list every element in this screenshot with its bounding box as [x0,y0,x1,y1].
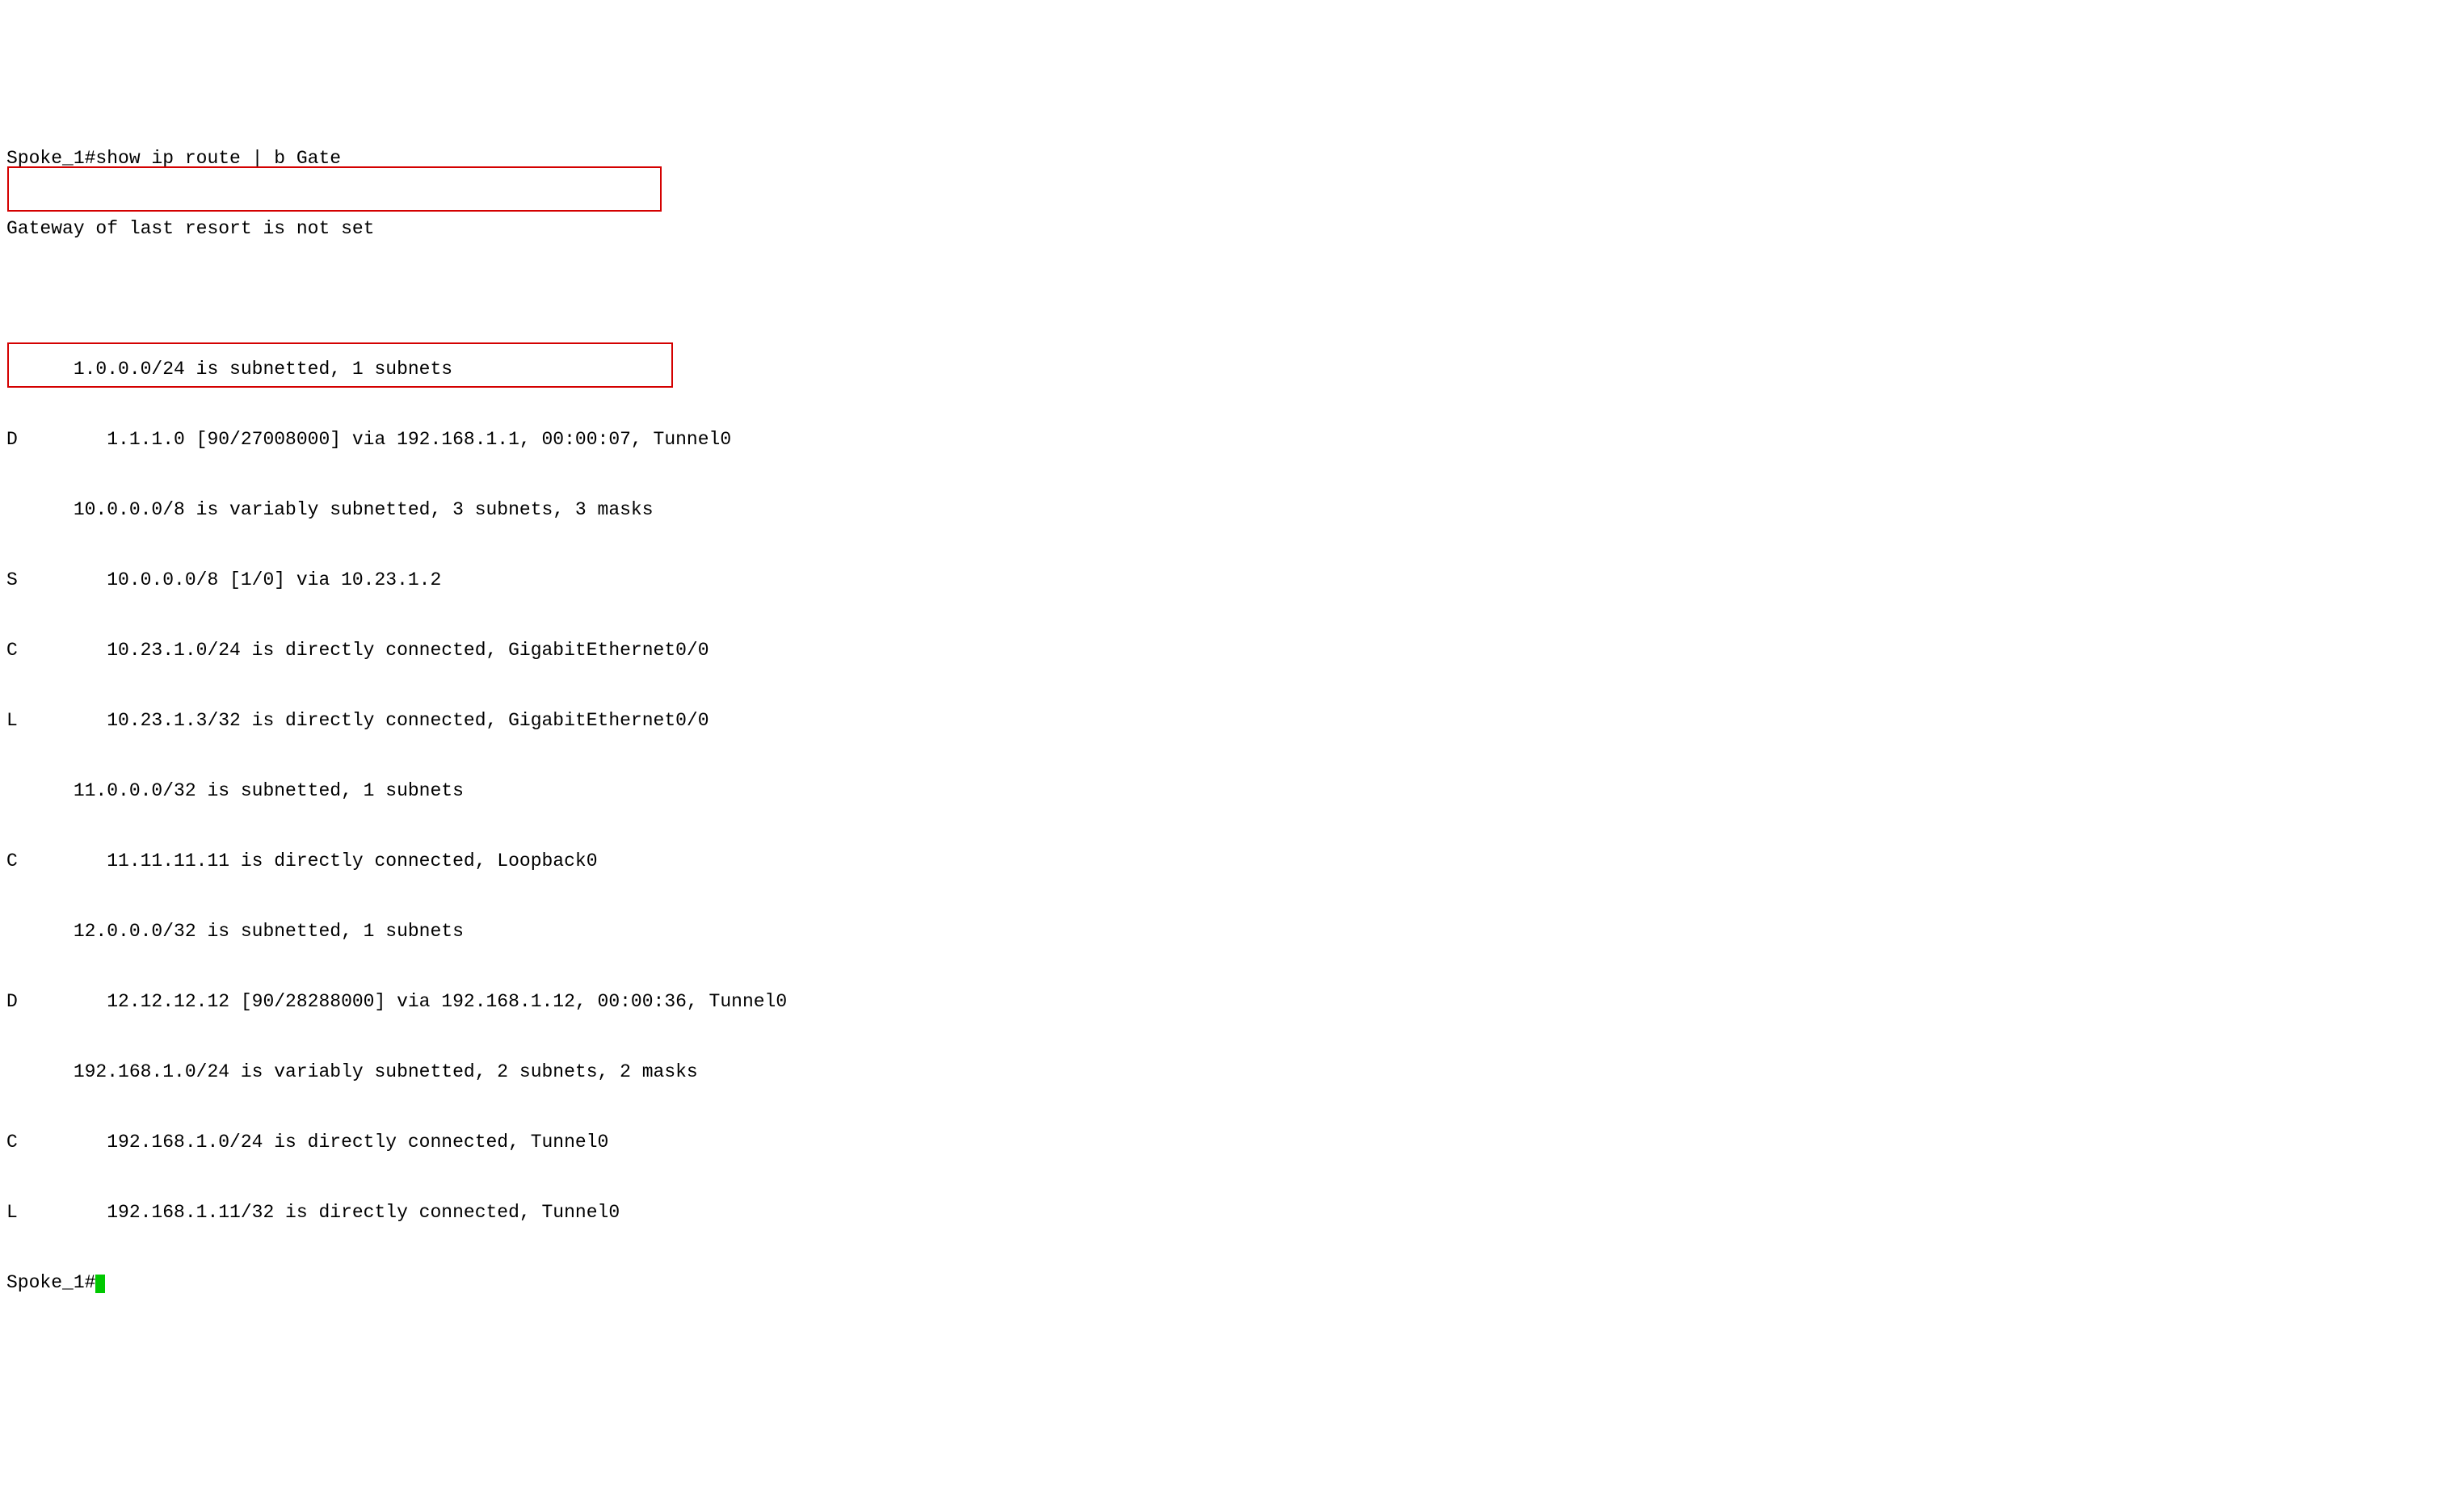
route-line: L 192.168.1.11/32 is directly connected,… [6,1201,2458,1224]
command-line: Spoke_1#show ip route | b Gate [6,147,2458,170]
cursor-icon [95,1275,105,1293]
route-line: 192.168.1.0/24 is variably subnetted, 2 … [6,1060,2458,1084]
route-line: 1.0.0.0/24 is subnetted, 1 subnets [6,358,2458,381]
route-line: 11.0.0.0/32 is subnetted, 1 subnets [6,779,2458,803]
route-line: C 11.11.11.11 is directly connected, Loo… [6,850,2458,873]
gateway-line: Gateway of last resort is not set [6,217,2458,241]
prompt-text: Spoke_1# [6,1272,95,1293]
route-line: L 10.23.1.3/32 is directly connected, Gi… [6,709,2458,733]
route-line: 10.0.0.0/8 is variably subnetted, 3 subn… [6,498,2458,522]
route-line: C 10.23.1.0/24 is directly connected, Gi… [6,639,2458,662]
route-line: D 1.1.1.0 [90/27008000] via 192.168.1.1,… [6,428,2458,452]
route-line: 12.0.0.0/32 is subnetted, 1 subnets [6,920,2458,943]
route-line: C 192.168.1.0/24 is directly connected, … [6,1131,2458,1154]
route-line: D 12.12.12.12 [90/28288000] via 192.168.… [6,990,2458,1014]
highlight-box-1 [7,166,662,212]
prompt-line: Spoke_1# [6,1271,2458,1295]
blank-line [6,288,2458,311]
route-line: S 10.0.0.0/8 [1/0] via 10.23.1.2 [6,569,2458,592]
terminal-output[interactable]: Spoke_1#show ip route | b Gate Gateway o… [6,100,2458,1388]
